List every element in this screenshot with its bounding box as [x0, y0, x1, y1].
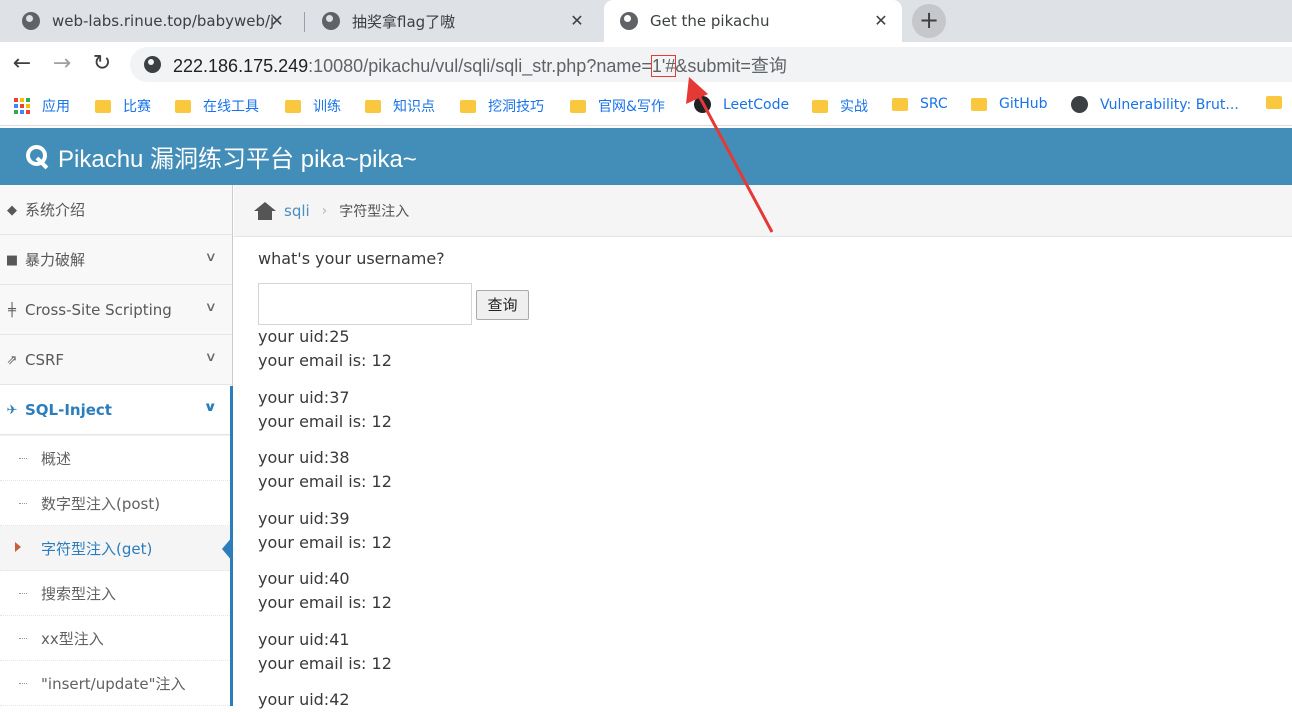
bookmark-vulnerability[interactable]: Vulnerability: Brut... [1071, 96, 1239, 113]
leetcode-icon [694, 96, 711, 113]
chevron-down-icon: ∨ [205, 250, 218, 265]
reload-button[interactable]: ↻ [88, 50, 116, 78]
bookmark-online-tools[interactable]: 在线工具 [175, 96, 259, 116]
sidebar-subitem-numeric-post[interactable]: 数字型注入(post) [0, 481, 232, 526]
site-header: Pikachu 漏洞练习平台 pika~pika~ [0, 128, 1292, 185]
bookmark-contests[interactable]: 比赛 [95, 96, 151, 116]
tab-babyweb[interactable]: web-labs.rinue.top/babyweb/j ✕ [6, 0, 298, 42]
bookmark-practice[interactable]: 实战 [812, 96, 868, 116]
active-section-bar [230, 386, 233, 706]
username-input[interactable] [258, 283, 472, 325]
sidebar-item-csrf[interactable]: ⇗ CSRF ∨ [0, 335, 232, 385]
sidebar-subitem-insert-update[interactable]: "insert/update"注入 [0, 661, 232, 706]
breadcrumb-link-sqli[interactable]: sqli [284, 202, 310, 220]
folder-icon [460, 99, 476, 113]
sidebar-subitem-search[interactable]: 搜索型注入 [0, 571, 232, 616]
plane-icon: ✈ [6, 402, 18, 418]
bookmark-knowledge[interactable]: 知识点 [365, 96, 435, 116]
folder-icon [971, 97, 987, 111]
key-icon [26, 144, 50, 169]
query-button[interactable]: 查询 [476, 290, 529, 320]
result-item: your uid:41 your email is: 12 [258, 630, 392, 673]
tab-label: web-labs.rinue.top/babyweb/j [52, 12, 275, 30]
close-icon[interactable]: ✕ [268, 12, 286, 30]
globe-icon [22, 12, 40, 30]
folder-icon [285, 99, 301, 113]
result-item: your uid:38 your email is: 12 [258, 448, 392, 491]
username-prompt: what's your username? [258, 249, 445, 268]
bookmark-leetcode[interactable]: LeetCode [694, 96, 789, 113]
tab-label: 抽奖拿flag了嗷 [352, 12, 456, 31]
browser-toolbar: ← → ↻ 222.186.175.249:10080/pikachu/vul/… [0, 42, 1292, 86]
folder-icon [892, 97, 908, 111]
bookmark-src[interactable]: SRC [892, 96, 948, 112]
result-item: your uid:39 your email is: 12 [258, 509, 392, 552]
bookmark-training[interactable]: 训练 [285, 96, 341, 116]
sidebar-subitem-xx[interactable]: xx型注入 [0, 616, 232, 661]
tags-icon: ◆ [7, 202, 17, 218]
breadcrumb-current: 字符型注入 [339, 203, 410, 220]
chevron-right-icon: › [321, 202, 328, 219]
tab-lottery[interactable]: 抽奖拿flag了嗷 ✕ [306, 0, 598, 42]
site-title[interactable]: Pikachu 漏洞练习平台 pika~pika~ [58, 139, 417, 174]
caret-right-icon [15, 542, 21, 552]
folder-icon [95, 99, 111, 113]
result-item: your uid:40 your email is: 12 [258, 569, 392, 612]
bookmark-bug-hunting[interactable]: 挖洞技巧 [460, 96, 544, 116]
apps-icon [14, 98, 30, 114]
chevron-down-icon: ∨ [203, 400, 218, 415]
globe-icon [1071, 96, 1088, 113]
back-button[interactable]: ← [8, 50, 36, 78]
folder-icon [812, 99, 828, 113]
result-item: your uid:25 your email is: 12 [258, 327, 392, 370]
bookmark-overflow[interactable] [1266, 96, 1292, 109]
lock-icon: ■ [5, 252, 19, 268]
breadcrumb: sqli › 字符型注入 [234, 185, 1292, 237]
tab-strip: web-labs.rinue.top/babyweb/j ✕ 抽奖拿flag了嗷… [0, 0, 1292, 42]
sidebar-item-xss[interactable]: ╪ Cross-Site Scripting ∨ [0, 285, 232, 335]
globe-icon [322, 12, 340, 30]
site-info-icon[interactable] [144, 56, 161, 73]
share-icon: ⇗ [6, 352, 18, 368]
chevron-down-icon: ∨ [205, 350, 218, 365]
bookmark-apps[interactable]: 应用 [14, 96, 70, 116]
tab-label: Get the pikachu [650, 12, 770, 30]
sidebar: ◆ 系统介绍 ■ 暴力破解 ∨ ╪ Cross-Site Scripting ∨… [0, 185, 233, 706]
forward-button[interactable]: → [48, 50, 76, 78]
sidebar-item-intro[interactable]: ◆ 系统介绍 [0, 185, 232, 235]
chevron-down-icon: ∨ [205, 300, 218, 315]
sidebar-item-sqli[interactable]: ✈ SQL-Inject ∨ [0, 385, 232, 435]
folder-icon [1266, 96, 1282, 109]
highlighted-payload: 1'# [650, 54, 677, 77]
globe-icon [620, 12, 638, 30]
close-icon[interactable]: ✕ [568, 12, 586, 30]
folder-icon [365, 99, 381, 113]
new-tab-button[interactable]: + [912, 4, 946, 38]
tab-separator [304, 12, 305, 32]
address-bar[interactable]: 222.186.175.249:10080/pikachu/vul/sqli/s… [130, 47, 1292, 82]
home-icon[interactable] [254, 201, 276, 220]
bookmark-github[interactable]: GitHub [971, 96, 1048, 112]
tree-icon: ╪ [8, 302, 16, 318]
result-item: your uid:42 [258, 690, 350, 709]
sidebar-subitem-string-get[interactable]: 字符型注入(get) [0, 526, 233, 571]
main-content: what's your username? 查询 your uid:25 you… [258, 237, 1258, 709]
sidebar-subitem-overview[interactable]: 概述 [0, 436, 232, 481]
folder-icon [570, 99, 586, 113]
bookmark-official-writing[interactable]: 官网&写作 [570, 96, 665, 116]
url-text[interactable]: 222.186.175.249:10080/pikachu/vul/sqli/s… [173, 52, 787, 78]
folder-icon [175, 99, 191, 113]
close-icon[interactable]: ✕ [872, 12, 890, 30]
tab-pikachu[interactable]: Get the pikachu ✕ [604, 0, 902, 42]
sidebar-item-bruteforce[interactable]: ■ 暴力破解 ∨ [0, 235, 232, 285]
result-item: your uid:37 your email is: 12 [258, 388, 392, 431]
bookmarks-bar: 应用 比赛 在线工具 训练 知识点 挖洞技巧 官网&写作 LeetCode 实战… [0, 86, 1292, 126]
